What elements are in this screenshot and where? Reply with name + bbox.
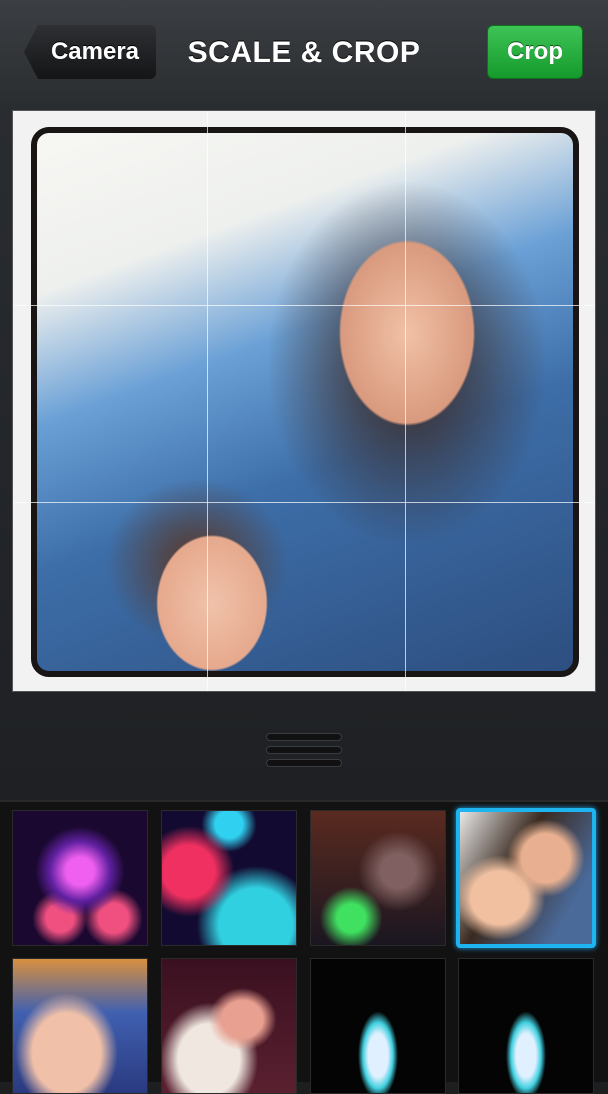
page-title: SCALE & CROP: [187, 36, 421, 69]
grid-line: [405, 111, 406, 691]
grid-line: [13, 502, 595, 503]
crop-canvas[interactable]: [12, 110, 596, 692]
gallery-thumbnail[interactable]: [161, 958, 297, 1094]
gallery-thumbnail[interactable]: [12, 958, 148, 1094]
camera-back-button[interactable]: Camera: [24, 25, 156, 79]
navigation-bar: Camera SCALE & CROP Crop: [0, 0, 608, 105]
gallery-thumbnail[interactable]: [310, 810, 446, 946]
grid-line: [207, 111, 208, 691]
camera-back-label: Camera: [50, 38, 140, 65]
gallery-thumbnail-selected[interactable]: [456, 808, 596, 948]
gallery-thumbnail[interactable]: [12, 810, 148, 946]
grid-line: [13, 305, 595, 306]
photo-gallery: [0, 800, 608, 1094]
gallery-thumbnail[interactable]: [310, 958, 446, 1094]
crop-button-label: Crop: [507, 38, 563, 65]
crop-button[interactable]: Crop: [487, 25, 583, 79]
gallery-thumbnail[interactable]: [458, 958, 594, 1094]
photo-preview[interactable]: [31, 127, 579, 677]
gallery-thumbnail[interactable]: [161, 810, 297, 946]
drag-handle-icon[interactable]: [266, 733, 342, 767]
